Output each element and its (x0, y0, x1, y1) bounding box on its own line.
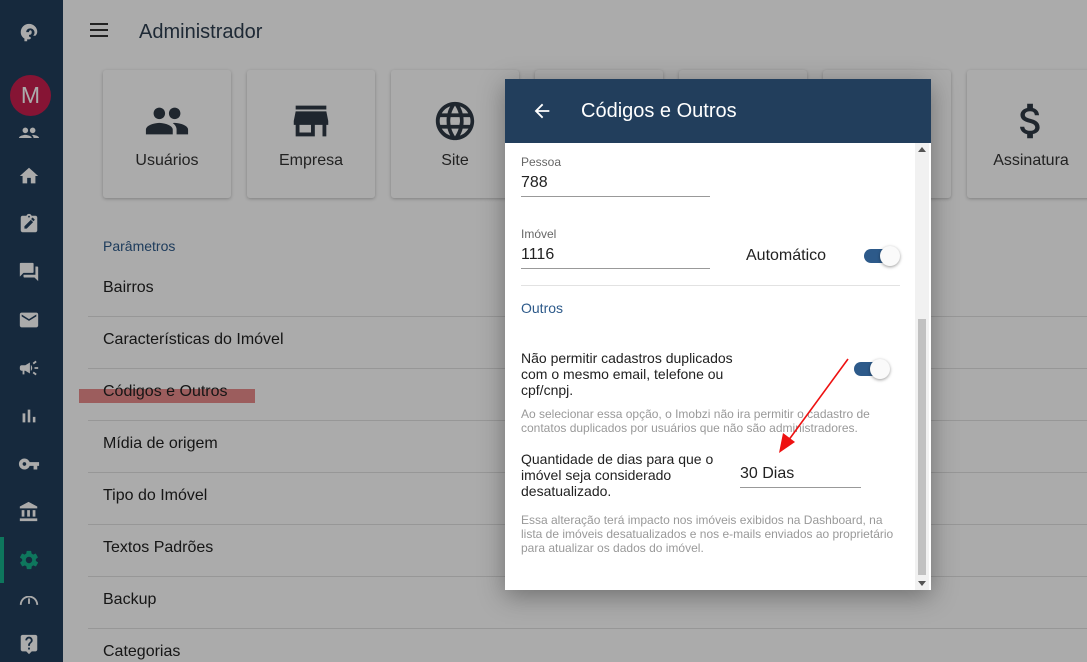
automatico-label: Automático (746, 247, 827, 264)
divider (521, 285, 900, 286)
duplicados-toggle[interactable] (854, 359, 890, 379)
dias-input[interactable]: 30 Dias (740, 465, 794, 483)
duplicados-text: Não permitir cadastros duplicados com o … (521, 350, 733, 398)
dias-hint: Essa alteração terá impacto nos imóveis … (521, 513, 894, 555)
imovel-input[interactable]: 1116 (521, 246, 554, 264)
scroll-up-icon[interactable] (918, 147, 926, 152)
outros-section-label: Outros (521, 300, 564, 316)
dias-text: Quantidade de dias para que o imóvel sej… (521, 451, 714, 499)
modal-header: Códigos e Outros (505, 79, 931, 143)
modal-scrollbar[interactable] (915, 143, 929, 590)
codigos-modal: Códigos e Outros Pessoa 788 Imóvel 1116 … (505, 79, 931, 590)
pessoa-underline (521, 196, 710, 197)
imovel-underline (521, 268, 710, 269)
pessoa-input[interactable]: 788 (521, 174, 548, 192)
imovel-label: Imóvel (521, 227, 557, 241)
scroll-down-icon[interactable] (918, 581, 926, 586)
back-arrow-icon[interactable] (531, 100, 553, 122)
dias-underline (740, 487, 861, 488)
pessoa-label: Pessoa (521, 155, 562, 169)
duplicados-hint: Ao selecionar essa opção, o Imobzi não i… (521, 407, 870, 435)
modal-title: Códigos e Outros (581, 100, 737, 122)
scroll-thumb[interactable] (918, 319, 926, 575)
automatico-toggle[interactable] (864, 246, 900, 266)
